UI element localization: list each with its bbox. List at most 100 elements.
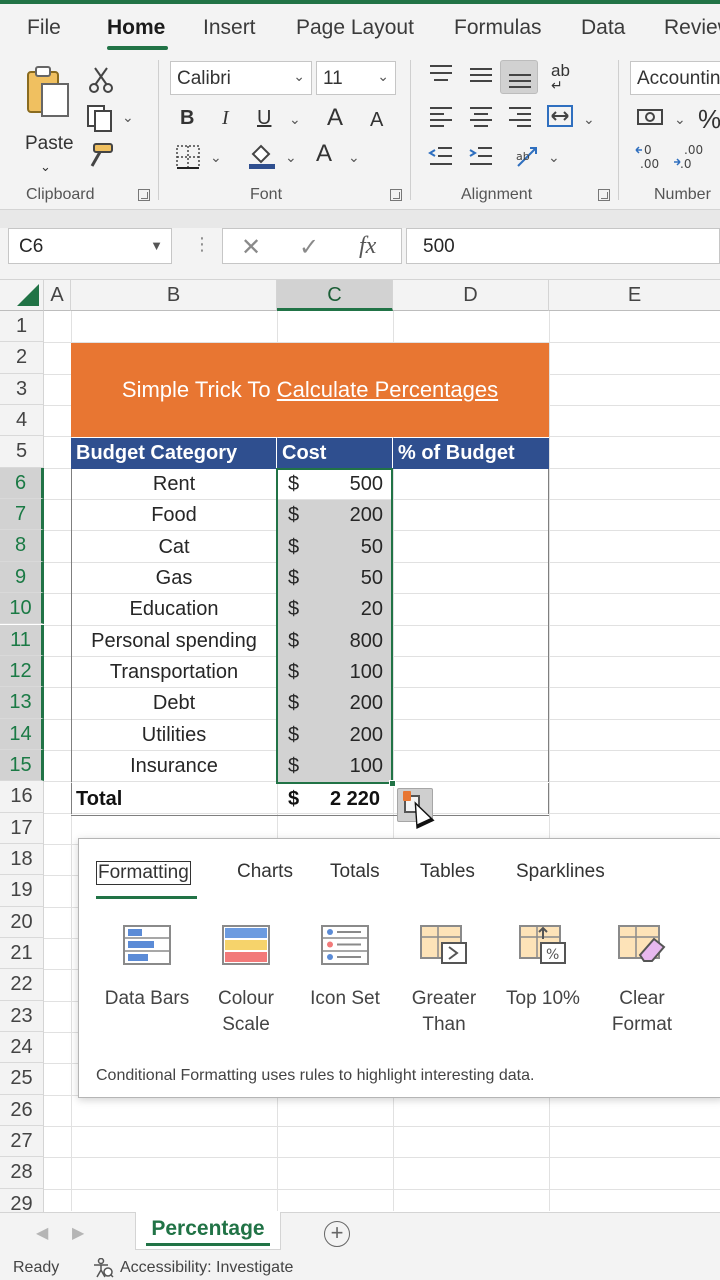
row-header[interactable]: 4 bbox=[0, 405, 44, 437]
borders-icon[interactable] bbox=[175, 144, 201, 170]
title-banner[interactable]: Simple Trick To Calculate Percentages bbox=[71, 343, 549, 437]
increase-indent-icon[interactable] bbox=[468, 146, 494, 168]
accounting-format-icon[interactable] bbox=[636, 106, 664, 130]
row-header[interactable]: 2 bbox=[0, 342, 44, 374]
category-cell[interactable]: Utilities bbox=[71, 719, 276, 752]
insert-function-icon[interactable]: fx bbox=[359, 233, 376, 260]
qa-tab-formatting[interactable]: Formatting bbox=[96, 861, 191, 885]
category-cell[interactable]: Personal spending bbox=[71, 625, 276, 658]
column-header-b[interactable]: B bbox=[71, 280, 277, 311]
category-cell[interactable]: Education bbox=[71, 594, 276, 626]
chevron-down-icon[interactable]: ⌄ bbox=[285, 150, 297, 164]
name-box[interactable]: C6 ▼ bbox=[8, 228, 172, 264]
column-header-e[interactable]: E bbox=[549, 280, 720, 311]
tab-review[interactable]: Review bbox=[664, 16, 720, 40]
qa-tab-totals[interactable]: Totals bbox=[330, 861, 380, 883]
row-header[interactable]: 10 bbox=[0, 593, 44, 625]
cost-cell[interactable]: $500 bbox=[277, 469, 392, 500]
row-header[interactable]: 6 bbox=[0, 467, 44, 500]
row-header[interactable]: 23 bbox=[0, 1000, 44, 1033]
tab-data[interactable]: Data bbox=[581, 16, 625, 40]
qa-data-bars-button[interactable]: Data Bars bbox=[102, 925, 192, 1012]
fill-color-icon[interactable] bbox=[247, 140, 277, 170]
orientation-icon[interactable]: ab bbox=[514, 144, 542, 170]
row-header[interactable]: 12 bbox=[0, 655, 44, 688]
cost-cell[interactable]: $50 bbox=[277, 563, 392, 595]
increase-decimal-icon[interactable]: 0 .00 bbox=[634, 142, 666, 172]
font-size-combo[interactable]: 11 ⌄ bbox=[316, 61, 396, 95]
category-cell[interactable]: Food bbox=[71, 500, 276, 532]
chevron-down-icon[interactable]: ⌄ bbox=[548, 150, 560, 164]
percent-style-button[interactable]: % bbox=[698, 106, 720, 132]
qa-greater-than-button[interactable]: Greater Than bbox=[399, 925, 489, 1038]
percent-cell[interactable] bbox=[393, 625, 549, 658]
percent-cell[interactable] bbox=[393, 531, 549, 564]
cost-cell[interactable]: $20 bbox=[277, 594, 392, 626]
row-header[interactable]: 29 bbox=[0, 1188, 44, 1212]
chevron-down-icon[interactable]: ⌄ bbox=[210, 150, 222, 164]
align-middle-icon[interactable] bbox=[468, 64, 494, 86]
cut-icon[interactable] bbox=[88, 66, 114, 94]
grow-font-button[interactable]: A bbox=[327, 106, 343, 130]
total-label[interactable]: Total bbox=[76, 784, 122, 816]
decrease-indent-icon[interactable] bbox=[428, 146, 454, 168]
row-header[interactable]: 16 bbox=[0, 781, 44, 813]
header-budget-category[interactable]: Budget Category bbox=[71, 438, 277, 469]
row-header[interactable]: 21 bbox=[0, 938, 44, 970]
align-left-icon[interactable] bbox=[428, 106, 454, 128]
tab-insert[interactable]: Insert bbox=[203, 16, 256, 40]
row-header[interactable]: 9 bbox=[0, 561, 44, 594]
align-center-icon[interactable] bbox=[468, 106, 494, 128]
scroll-right-icon[interactable]: ▶ bbox=[72, 1223, 84, 1243]
row-header[interactable]: 18 bbox=[0, 843, 44, 876]
row-header[interactable]: 24 bbox=[0, 1032, 44, 1064]
percent-cell[interactable] bbox=[393, 594, 549, 626]
percent-cell[interactable] bbox=[393, 719, 549, 752]
number-format-combo[interactable]: Accounting bbox=[630, 61, 720, 95]
chevron-down-icon[interactable]: ⌄ bbox=[122, 110, 134, 124]
category-cell[interactable]: Gas bbox=[71, 563, 276, 595]
qa-clear-format-button[interactable]: Clear Format bbox=[597, 925, 687, 1038]
row-header[interactable]: 14 bbox=[0, 718, 44, 750]
tab-home[interactable]: Home bbox=[107, 16, 165, 40]
row-header[interactable]: 22 bbox=[0, 969, 44, 1001]
row-header[interactable]: 11 bbox=[0, 624, 44, 656]
sheet-tab-percentage[interactable]: Percentage bbox=[135, 1212, 281, 1250]
add-sheet-icon[interactable]: + bbox=[324, 1221, 350, 1247]
qa-colour-scale-button[interactable]: Colour Scale bbox=[201, 925, 291, 1038]
qa-tab-sparklines[interactable]: Sparklines bbox=[516, 861, 605, 883]
qa-icon-set-button[interactable]: Icon Set bbox=[300, 925, 390, 1012]
percent-cell[interactable] bbox=[393, 469, 549, 501]
italic-button[interactable]: I bbox=[222, 108, 229, 128]
underline-button[interactable]: U bbox=[257, 108, 271, 128]
accessibility-status[interactable]: Accessibility: Investigate bbox=[92, 1258, 293, 1278]
row-header[interactable]: 28 bbox=[0, 1157, 44, 1189]
row-header[interactable]: 7 bbox=[0, 499, 44, 531]
percent-cell[interactable] bbox=[393, 657, 549, 689]
chevron-down-icon[interactable]: ⌄ bbox=[583, 112, 595, 126]
row-header[interactable]: 8 bbox=[0, 530, 44, 562]
clipboard-launcher-icon[interactable] bbox=[138, 189, 150, 201]
shrink-font-button[interactable]: A bbox=[370, 110, 383, 130]
fill-handle[interactable] bbox=[389, 780, 396, 787]
cost-cell[interactable]: $200 bbox=[277, 688, 392, 720]
category-cell[interactable]: Insurance bbox=[71, 751, 276, 783]
bold-button[interactable]: B bbox=[180, 108, 194, 128]
cost-cell[interactable]: $100 bbox=[277, 657, 392, 689]
header-cost[interactable]: Cost bbox=[277, 438, 393, 469]
align-top-icon[interactable] bbox=[428, 64, 454, 86]
drag-handle-icon[interactable]: ⋮ bbox=[193, 234, 211, 255]
tab-formulas[interactable]: Formulas bbox=[454, 16, 542, 40]
row-header[interactable]: 25 bbox=[0, 1063, 44, 1095]
row-header[interactable]: 19 bbox=[0, 875, 44, 907]
total-value[interactable]: 2 220 bbox=[330, 784, 380, 816]
paste-button[interactable]: Paste ⌄ bbox=[20, 64, 76, 174]
formula-input[interactable]: 500 bbox=[406, 228, 720, 264]
column-header-d[interactable]: D bbox=[393, 280, 549, 311]
chevron-down-icon[interactable]: ⌄ bbox=[674, 112, 686, 126]
tab-file[interactable]: File bbox=[27, 16, 61, 40]
row-header[interactable]: 1 bbox=[0, 311, 44, 343]
row-header[interactable]: 17 bbox=[0, 812, 44, 844]
column-header-a[interactable]: A bbox=[44, 280, 71, 311]
cost-cell[interactable]: $50 bbox=[277, 531, 392, 564]
